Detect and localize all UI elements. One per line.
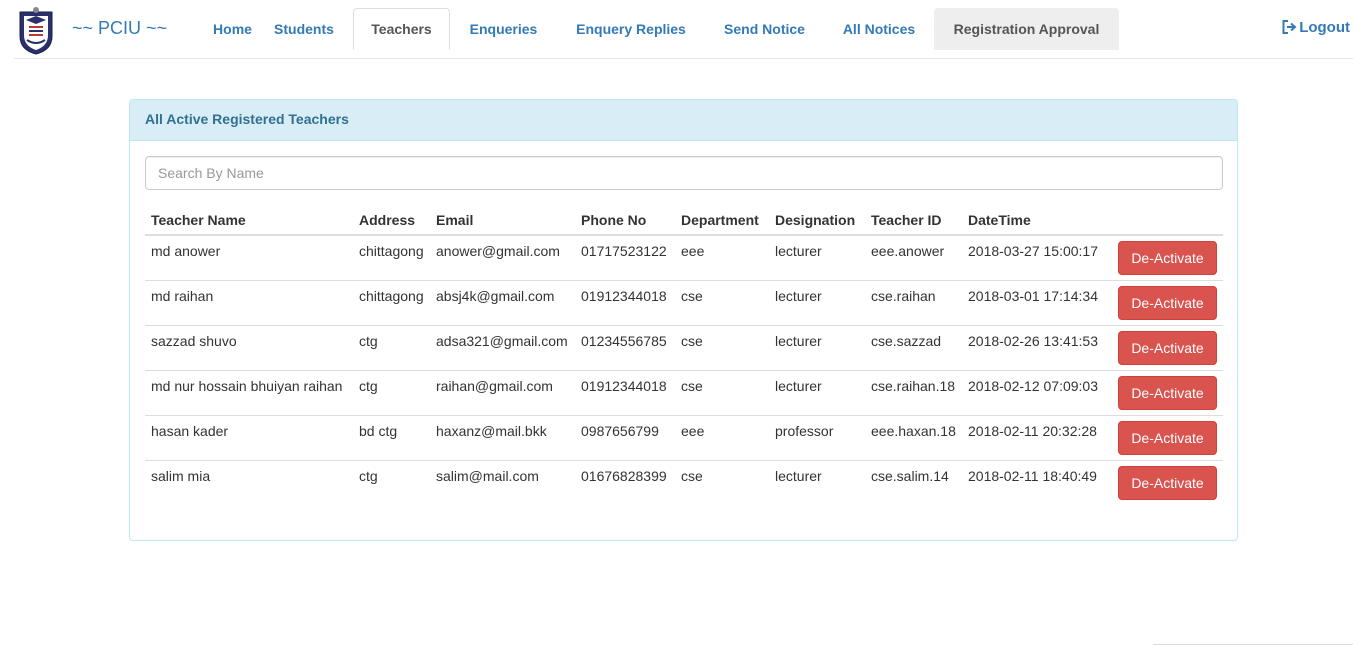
cell-phone: 01717523122 bbox=[581, 243, 667, 259]
cell-phone: 01912344018 bbox=[575, 279, 675, 325]
cell-department: cse bbox=[675, 324, 769, 370]
cell-address: ctg bbox=[353, 324, 430, 370]
cell-phone: 0987656799 bbox=[575, 414, 675, 460]
cell-action: De-Activate bbox=[1107, 414, 1223, 460]
cell-name: salim mia bbox=[145, 459, 353, 505]
cell-teacher-id: eee.haxan.18 bbox=[865, 414, 962, 460]
nav-all-notices[interactable]: All Notices bbox=[824, 8, 934, 50]
cell-action: De-Activate bbox=[1107, 459, 1223, 505]
nav-students[interactable]: Students bbox=[258, 8, 350, 50]
cell-datetime: 2018-03-27 15:00:17 bbox=[968, 243, 1098, 259]
cell-address: chittagong bbox=[353, 279, 430, 325]
table-row: md nur hossain bhuiyan raihan ctg raihan@g… bbox=[145, 369, 1223, 415]
cell-action: De-Activate bbox=[1107, 279, 1223, 325]
table-header-row: Teacher Name Address Email Phone No Depa… bbox=[145, 205, 1223, 236]
cell-name: md anower bbox=[151, 243, 221, 259]
cell-action: De-Activate bbox=[1107, 324, 1223, 370]
cell-phone: 01912344018 bbox=[575, 369, 675, 415]
top-navbar: ~~ PCIU ~~ Home Students Teachers Enquer… bbox=[14, 0, 1353, 59]
cell-phone: 01676828399 bbox=[575, 459, 675, 505]
cell-address: bd ctg bbox=[353, 414, 430, 460]
cell-email: raihan@gmail.com bbox=[430, 369, 575, 415]
cell-teacher-id: eee.anower bbox=[871, 243, 945, 259]
cell-email: adsa321@gmail.com bbox=[430, 324, 575, 370]
col-action bbox=[1107, 205, 1223, 236]
cell-datetime: 2018-02-26 13:41:53 bbox=[962, 324, 1107, 370]
deactivate-button[interactable]: De-Activate bbox=[1118, 241, 1217, 275]
cell-address: ctg bbox=[353, 459, 430, 505]
cell-department: eee bbox=[675, 414, 769, 460]
cell-department: cse bbox=[675, 459, 769, 505]
col-department: Department bbox=[675, 205, 769, 236]
col-email: Email bbox=[430, 205, 575, 236]
cell-designation: professor bbox=[769, 414, 865, 460]
cell-email: salim@mail.com bbox=[430, 459, 575, 505]
teachers-table: Teacher Name Address Email Phone No Depa… bbox=[145, 205, 1223, 505]
nav-enqueries[interactable]: Enqueries bbox=[454, 8, 553, 50]
cell-address: chittagong bbox=[359, 243, 424, 259]
cell-teacher-id: cse.salim.14 bbox=[865, 459, 962, 505]
cell-department: cse bbox=[675, 369, 769, 415]
university-logo[interactable] bbox=[16, 6, 56, 55]
cell-name: sazzad shuvo bbox=[145, 324, 353, 370]
teachers-table-body: md anower chittagong anower@gmail.com 01717… bbox=[145, 235, 1223, 505]
nav-enquery-replies[interactable]: Enquery Replies bbox=[556, 8, 706, 50]
cell-action: De-Activate bbox=[1107, 235, 1223, 280]
cell-department: eee bbox=[681, 243, 705, 259]
col-address: Address bbox=[353, 205, 430, 236]
deactivate-button[interactable]: De-Activate bbox=[1118, 285, 1217, 320]
cell-datetime: 2018-02-11 18:40:49 bbox=[962, 459, 1107, 505]
cell-phone: 01234556785 bbox=[575, 324, 675, 370]
cell-address: ctg bbox=[353, 369, 430, 415]
cell-designation: lecturer bbox=[769, 324, 865, 370]
cell-email: haxanz@mail.bkk bbox=[430, 414, 575, 460]
cell-designation: lecturer bbox=[769, 279, 865, 325]
cell-name: md raihan bbox=[145, 279, 353, 325]
nav-teachers[interactable]: Teachers bbox=[353, 8, 450, 50]
cell-designation: lecturer bbox=[769, 369, 865, 415]
active-teachers-panel: All Active Registered Teachers Teacher N… bbox=[129, 99, 1238, 541]
col-designation: Designation bbox=[769, 205, 865, 236]
cell-designation: lecturer bbox=[775, 243, 822, 259]
col-teacher-id: Teacher ID bbox=[865, 205, 962, 236]
search-input[interactable] bbox=[145, 156, 1223, 190]
cell-name: md nur hossain bhuiyan raihan bbox=[145, 369, 353, 415]
cell-teacher-id: cse.raihan bbox=[865, 279, 962, 325]
col-phone: Phone No bbox=[575, 205, 675, 236]
deactivate-button[interactable]: De-Activate bbox=[1118, 375, 1217, 410]
cell-name: hasan kader bbox=[145, 414, 353, 460]
cell-datetime: 2018-03-01 17:14:34 bbox=[962, 279, 1107, 325]
panel-title: All Active Registered Teachers bbox=[130, 100, 1237, 141]
table-row: sazzad shuvo ctg adsa321@gmail.com 01234556… bbox=[145, 324, 1223, 370]
table-row: md anower chittagong anower@gmail.com 01717… bbox=[145, 235, 1223, 280]
cell-designation: lecturer bbox=[769, 459, 865, 505]
deactivate-button[interactable]: De-Activate bbox=[1118, 420, 1217, 455]
cell-datetime: 2018-02-12 07:09:03 bbox=[962, 369, 1107, 415]
cell-email: anower@gmail.com bbox=[436, 243, 560, 259]
logout-link[interactable]: Logout bbox=[1282, 8, 1350, 48]
table-row: md raihan chittagong absj4k@gmail.com 01912… bbox=[145, 279, 1223, 325]
cell-teacher-id: cse.raihan.18 bbox=[865, 369, 962, 415]
nav-send-notice[interactable]: Send Notice bbox=[707, 8, 822, 50]
cell-teacher-id: cse.sazzad bbox=[865, 324, 962, 370]
cell-datetime: 2018-02-11 20:32:28 bbox=[962, 414, 1107, 460]
col-datetime: DateTime bbox=[962, 205, 1107, 236]
table-row: hasan kader bd ctg haxanz@mail.bkk 09876567… bbox=[145, 414, 1223, 460]
deactivate-button[interactable]: De-Activate bbox=[1118, 330, 1217, 365]
cell-email: absj4k@gmail.com bbox=[430, 279, 575, 325]
logout-icon bbox=[1282, 20, 1297, 34]
table-row: salim mia ctg salim@mail.com 01676828399 cse… bbox=[145, 459, 1223, 505]
col-teacher-name: Teacher Name bbox=[145, 205, 353, 236]
logout-label: Logout bbox=[1299, 19, 1350, 36]
deactivate-button[interactable]: De-Activate bbox=[1118, 465, 1217, 500]
nav-registration-approval[interactable]: Registration Approval bbox=[934, 8, 1119, 50]
brand-name[interactable]: ~~ PCIU ~~ bbox=[72, 18, 167, 39]
cell-action: De-Activate bbox=[1107, 369, 1223, 415]
cell-department: cse bbox=[675, 279, 769, 325]
